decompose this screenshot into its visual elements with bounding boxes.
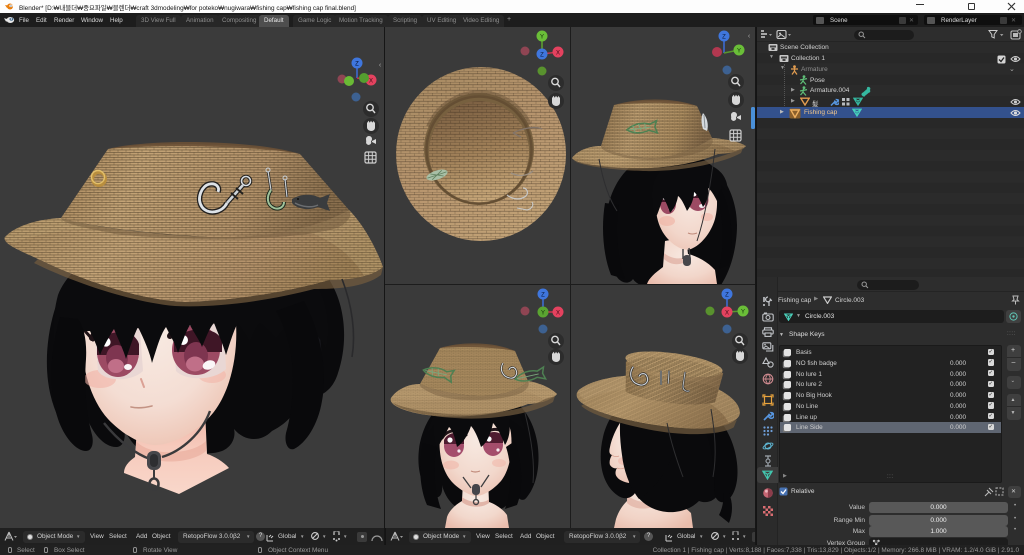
svg-text:X: X — [369, 79, 373, 85]
svg-text:Y: Y — [540, 35, 544, 41]
svg-text:X: X — [725, 311, 729, 317]
svg-text:Z: Z — [540, 53, 544, 59]
svg-text:Y: Y — [737, 49, 741, 55]
svg-text:Z: Z — [722, 35, 726, 41]
svg-text:Y: Y — [541, 311, 545, 317]
svg-text:X: X — [556, 311, 560, 317]
svg-text:Z: Z — [355, 62, 359, 68]
svg-text:Y: Y — [741, 310, 745, 316]
svg-text:Z: Z — [725, 293, 729, 299]
svg-text:Z: Z — [541, 293, 545, 299]
svg-text:X: X — [556, 51, 560, 57]
